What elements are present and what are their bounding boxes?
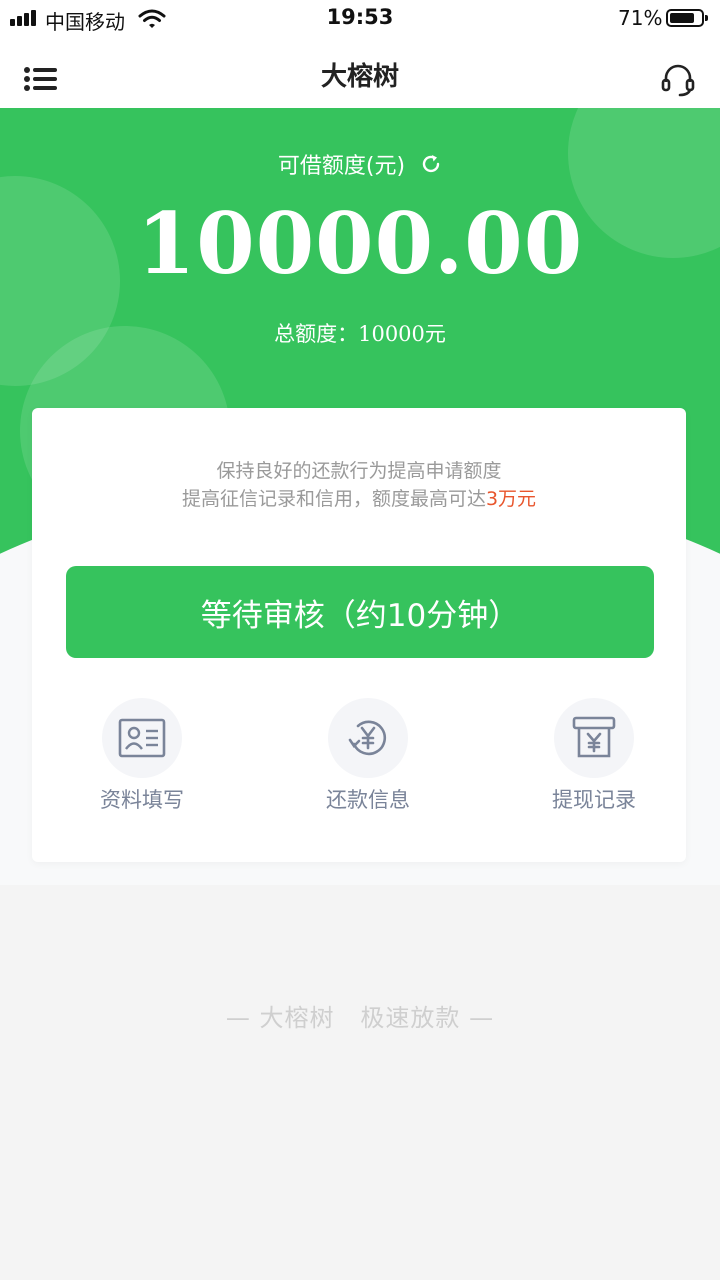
available-credit-text: 可借额度(元) [277,154,406,179]
feature-label: 资料填写 [100,788,184,812]
status-bar: 中国移动 19:53 71% [0,0,720,38]
yuan-refresh-icon [348,720,387,756]
loan-card: 保持良好的还款行为提高申请额度 提高征信记录和信用，额度最高可达3万元 等待审核… [32,408,686,862]
feature-withdrawals[interactable]: 提现记录 [504,698,684,814]
page-title: 大榕树 [320,62,399,92]
available-amount: 10000.00 [136,194,584,293]
nav-bar: 大榕树 [0,38,720,108]
footer-slogan: — 大榕树 极速放款 — [225,1004,495,1032]
feature-icon-circle [102,698,182,778]
feature-profile[interactable]: 资料填写 [52,698,232,814]
battery-percent: 71% [618,6,663,30]
refresh-icon[interactable] [420,153,442,175]
yuan-receipt-icon [572,716,616,758]
max-credit-highlight: 3万元 [485,488,537,510]
id-card-icon [118,718,166,758]
available-credit-label: 可借额度(元) [0,148,720,180]
feature-repayment[interactable]: 还款信息 [278,698,458,814]
tip-line-1: 保持良好的还款行为提高申请额度 [216,460,502,482]
tip-line-2: 提高征信记录和信用，额度最高可达3万元 [32,484,686,511]
battery-icon [666,9,708,27]
await-review-button[interactable]: 等待审核（约10分钟） [66,566,654,658]
total-credit-label: 总额度： [274,322,359,346]
feature-label: 提现记录 [552,788,636,812]
headset-icon[interactable] [660,62,696,98]
tip-line-2-text: 提高征信记录和信用，额度最高可达 [181,488,486,510]
clock: 19:53 [326,5,394,29]
feature-icon-circle [554,698,634,778]
feature-label: 还款信息 [326,788,410,812]
total-credit: 总额度：10000元 [0,318,720,348]
total-credit-value: 10000元 [358,322,446,346]
feature-icon-circle [328,698,408,778]
